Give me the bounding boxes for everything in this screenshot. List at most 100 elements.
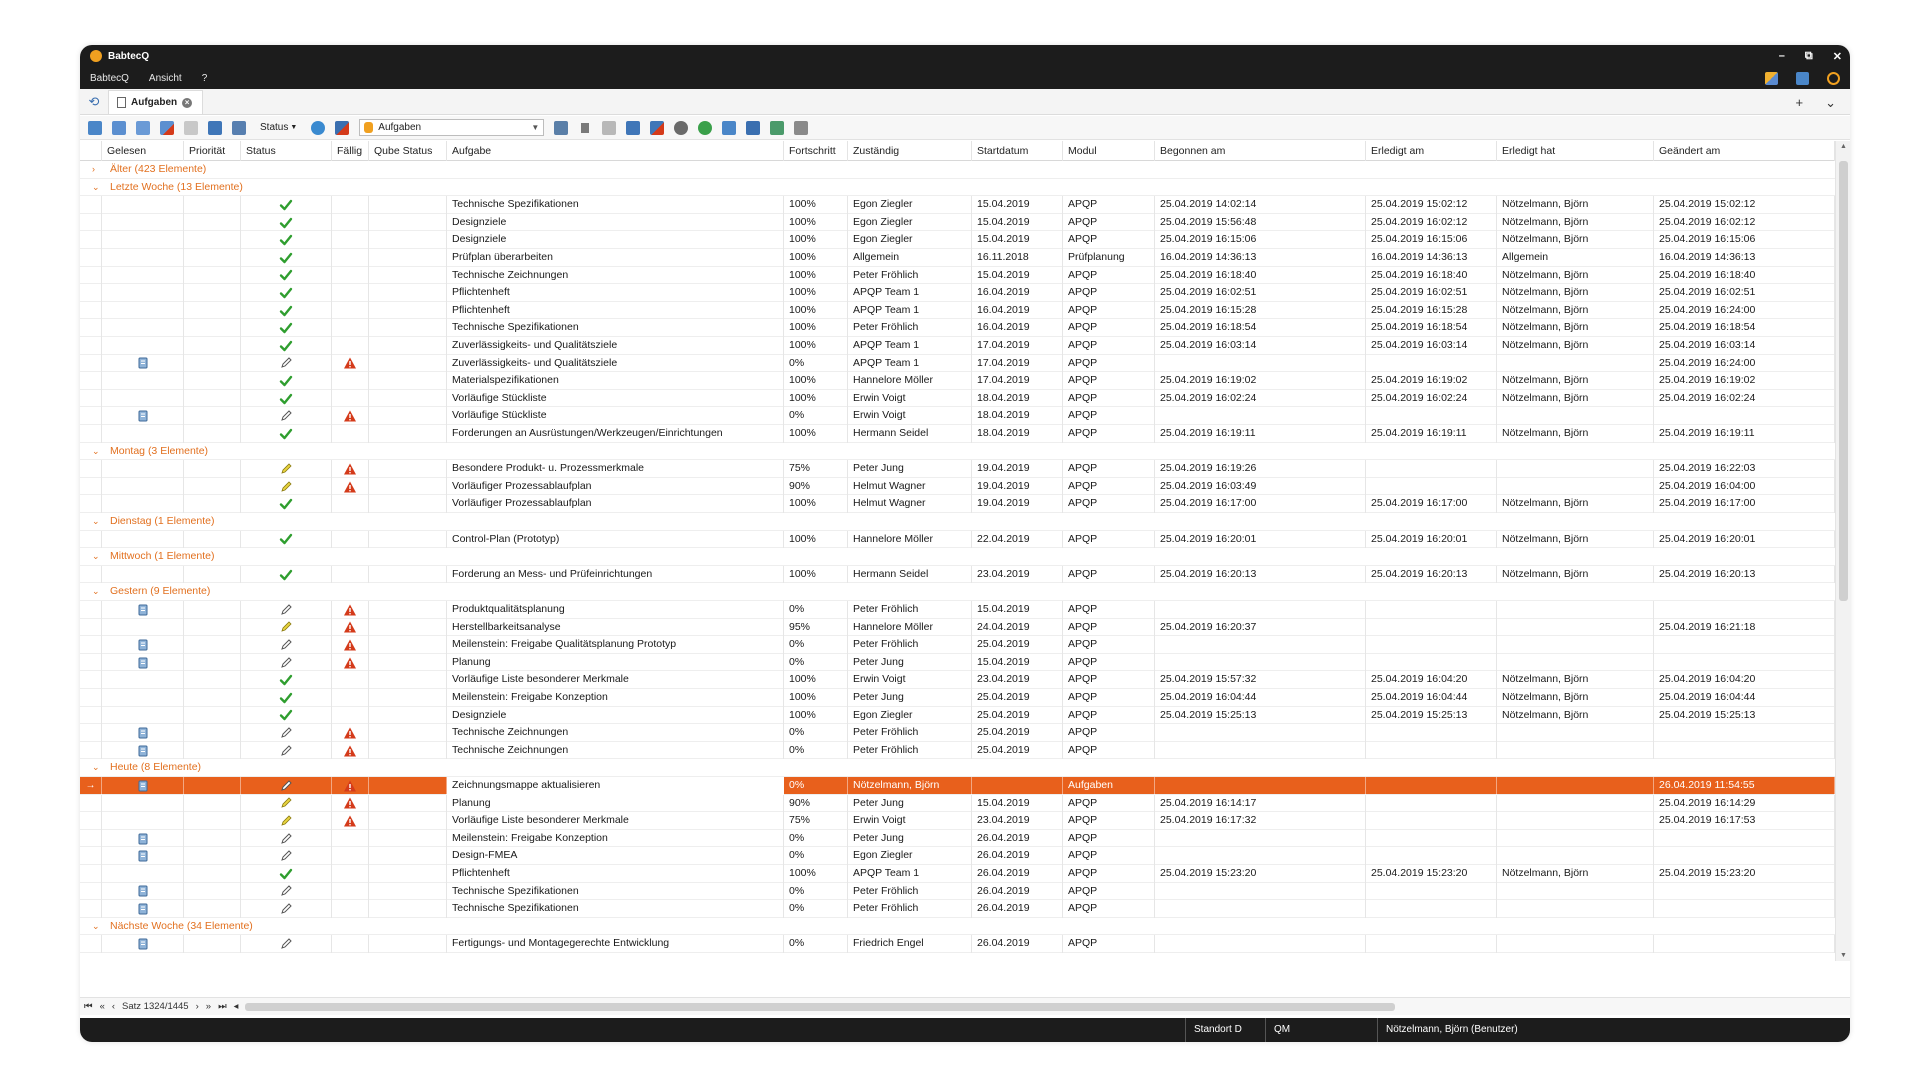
table-row[interactable]: Technische Zeichnungen 0% Peter Fröhlich 25…	[80, 724, 1835, 742]
table-row[interactable]: Designziele 100% Egon Ziegler 25.04.2019 APQ…	[80, 706, 1835, 725]
column-header-geaendert-am[interactable]: Geändert am	[1654, 141, 1835, 161]
last-record-icon[interactable]: ⏭	[218, 1001, 227, 1012]
table-row[interactable]: Pflichtenheft 100% APQP Team 1 26.04.2019 AP…	[80, 865, 1835, 883]
table-row[interactable]: Forderungen an Ausrüstungen/Werkzeugen/E…	[80, 425, 1835, 443]
column-header-modul[interactable]: Modul	[1063, 141, 1155, 161]
chevron-down-icon[interactable]: ⌄	[92, 443, 100, 460]
export-icon[interactable]	[770, 120, 785, 135]
table-row[interactable]: Meilenstein: Freigabe Konzeption 100% Pete…	[80, 689, 1835, 707]
column-header-faellig[interactable]: Fällig	[332, 141, 369, 161]
print-icon[interactable]	[794, 120, 809, 135]
table-row[interactable]: Vorläufige Liste besonderer Merkmale 75% E…	[80, 812, 1835, 830]
table-row[interactable]: Vorläufiger Prozessablaufplan 90% Helmut W…	[80, 477, 1835, 496]
table-row-selected[interactable]: → Zeichnungsmappe aktualisieren 0% Nötzelma…	[80, 777, 1835, 795]
table-row[interactable]: Forderung an Mess- und Prüfeinrichtungen…	[80, 565, 1835, 584]
scroll-thumb[interactable]	[1839, 161, 1848, 601]
table-row[interactable]: Designziele 100% Egon Ziegler 15.04.2019 APQ…	[80, 213, 1835, 232]
copy-task-icon[interactable]	[136, 120, 150, 135]
column-header-begonnen-am[interactable]: Begonnen am	[1155, 141, 1366, 161]
table-icon[interactable]	[746, 120, 761, 135]
table-row[interactable]: Designziele 100% Egon Ziegler 15.04.2019 APQ…	[80, 231, 1835, 249]
column-header-aufgabe[interactable]: Aufgabe	[447, 141, 784, 161]
status-dropdown[interactable]: Status ▼	[256, 122, 301, 133]
ungroup-icon[interactable]	[650, 120, 665, 135]
group-row[interactable]: › Älter (423 Elemente)	[80, 161, 1835, 179]
column-header-erledigt-hat[interactable]: Erledigt hat	[1497, 141, 1654, 161]
new-task-icon[interactable]	[88, 120, 102, 135]
first-record-icon[interactable]: ⏮	[84, 1001, 93, 1012]
next-page-icon[interactable]: »	[206, 1001, 211, 1012]
group-row[interactable]: ⌄ Heute (8 Elemente)	[80, 759, 1835, 777]
table-row[interactable]: Design-FMEA 0% Egon Ziegler 26.04.2019 APQP	[80, 847, 1835, 865]
table-row[interactable]: Vorläufiger Prozessablaufplan 100% Helmut …	[80, 495, 1835, 513]
report-icon[interactable]	[232, 120, 246, 135]
delete-task-icon[interactable]	[160, 120, 174, 135]
table-row[interactable]: Technische Zeichnungen 0% Peter Fröhlich 25…	[80, 741, 1835, 760]
refresh-icon[interactable]: ⟲	[80, 90, 108, 114]
chevron-down-icon[interactable]: ⌄	[92, 583, 100, 600]
group-row[interactable]: ⌄ Gestern (9 Elemente)	[80, 583, 1835, 601]
group-row[interactable]: ⌄ Montag (3 Elemente)	[80, 443, 1835, 461]
table-row[interactable]: Besondere Produkt- u. Prozessmerkmale 75%…	[80, 460, 1835, 478]
horizontal-scrollbar[interactable]	[245, 1002, 1830, 1012]
close-button[interactable]: ✕	[1833, 50, 1842, 63]
table-row[interactable]: Fertigungs- und Montagegerechte Entwickl…	[80, 935, 1835, 953]
group-row[interactable]: ⌄ Letzte Woche (13 Elemente)	[80, 179, 1835, 197]
column-header-startdatum[interactable]: Startdatum	[972, 141, 1063, 161]
chevron-down-icon[interactable]: ⌄	[92, 179, 100, 196]
table-row[interactable]: Prüfplan überarbeiten 100% Allgemein 16.11.…	[80, 249, 1835, 267]
group-row[interactable]: ⌄ Nächste Woche (34 Elemente)	[80, 918, 1835, 936]
filter-icon[interactable]	[578, 120, 593, 135]
table-row[interactable]: Control-Plan (Prototyp) 100% Hannelore Möl…	[80, 530, 1835, 549]
hscroll-thumb[interactable]	[245, 1002, 1396, 1011]
clear-filter-icon[interactable]	[602, 120, 617, 135]
vertical-scrollbar[interactable]: ▲ ▼	[1835, 141, 1850, 961]
view-icon[interactable]	[208, 120, 222, 135]
chevron-right-icon[interactable]: ›	[92, 161, 95, 178]
group-row[interactable]: ⌄ Mittwoch (1 Elemente)	[80, 548, 1835, 566]
chevron-down-icon[interactable]: ⌄	[92, 918, 100, 935]
table-row[interactable]: Technische Spezifikationen 100% Egon Ziegl…	[80, 196, 1835, 214]
menu-ansicht[interactable]: Ansicht	[139, 73, 192, 84]
table-row[interactable]: Materialspezifikationen 100% Hannelore Möl…	[80, 372, 1835, 390]
table-row[interactable]: Pflichtenheft 100% APQP Team 1 16.04.2019 AP…	[80, 301, 1835, 320]
column-header-status[interactable]: Status	[241, 141, 332, 161]
link-icon[interactable]	[184, 120, 198, 135]
chevron-down-icon[interactable]: ⌄	[92, 548, 100, 565]
tab-close-icon[interactable]: ×	[182, 97, 193, 108]
table-row[interactable]: Produktqualitätsplanung 0% Peter Fröhlich 1…	[80, 601, 1835, 619]
sync-arrows-icon[interactable]	[722, 120, 737, 135]
chevron-down-icon[interactable]: ⌄	[92, 759, 100, 776]
column-header-fortschritt[interactable]: Fortschritt	[784, 141, 848, 161]
refresh-list-icon[interactable]	[311, 120, 326, 135]
table-row[interactable]: Herstellbarkeitsanalyse 95% Hannelore Möll…	[80, 618, 1835, 637]
minimize-button[interactable]: –	[1779, 50, 1785, 62]
table-row[interactable]: Vorläufige Stückliste 100% Erwin Voigt 18.0…	[80, 389, 1835, 408]
table-row[interactable]: Planung 0% Peter Jung 15.04.2019 APQP	[80, 653, 1835, 672]
table-row[interactable]: Zuverlässigkeits- und Qualitätsziele 100%…	[80, 337, 1835, 355]
tab-aufgaben[interactable]: Aufgaben ×	[108, 90, 204, 114]
column-header-erledigt-am[interactable]: Erledigt am	[1366, 141, 1497, 161]
scroll-left-icon[interactable]: ◂	[234, 1001, 239, 1012]
group-icon[interactable]	[626, 120, 641, 135]
group-row[interactable]: ⌄ Dienstag (1 Elemente)	[80, 513, 1835, 531]
menu-babtecq[interactable]: BabtecQ	[80, 73, 139, 84]
table-row[interactable]: Meilenstein: Freigabe Qualitätsplanung P…	[80, 636, 1835, 654]
view-select[interactable]: Aufgaben ▼	[359, 119, 545, 136]
table-row[interactable]: Planung 90% Peter Jung 15.04.2019 APQP 25.04.…	[80, 794, 1835, 813]
table-row[interactable]: Zuverlässigkeits- und Qualitätsziele 0% AP…	[80, 354, 1835, 373]
table-row[interactable]: Vorläufige Liste besonderer Merkmale 100%…	[80, 671, 1835, 689]
window-icon[interactable]	[554, 120, 569, 135]
column-header-prioritaet[interactable]: Priorität	[184, 141, 241, 161]
next-record-icon[interactable]: ›	[196, 1001, 199, 1012]
edit-task-icon[interactable]	[112, 120, 126, 135]
table-row[interactable]: Technische Spezifikationen 100% Peter Fröh…	[80, 319, 1835, 337]
reset-filter-icon[interactable]	[335, 120, 350, 135]
column-header-qube-status[interactable]: Qube Status	[369, 141, 447, 161]
menu-help[interactable]: ?	[192, 73, 218, 84]
scroll-up-icon[interactable]: ▲	[1840, 143, 1847, 150]
assign-user-icon[interactable]	[674, 120, 689, 135]
excel-export-icon[interactable]	[698, 120, 713, 135]
table-row[interactable]: Vorläufige Stückliste 0% Erwin Voigt 18.04.…	[80, 407, 1835, 425]
table-row[interactable]: Meilenstein: Freigabe Konzeption 0% Peter …	[80, 829, 1835, 848]
